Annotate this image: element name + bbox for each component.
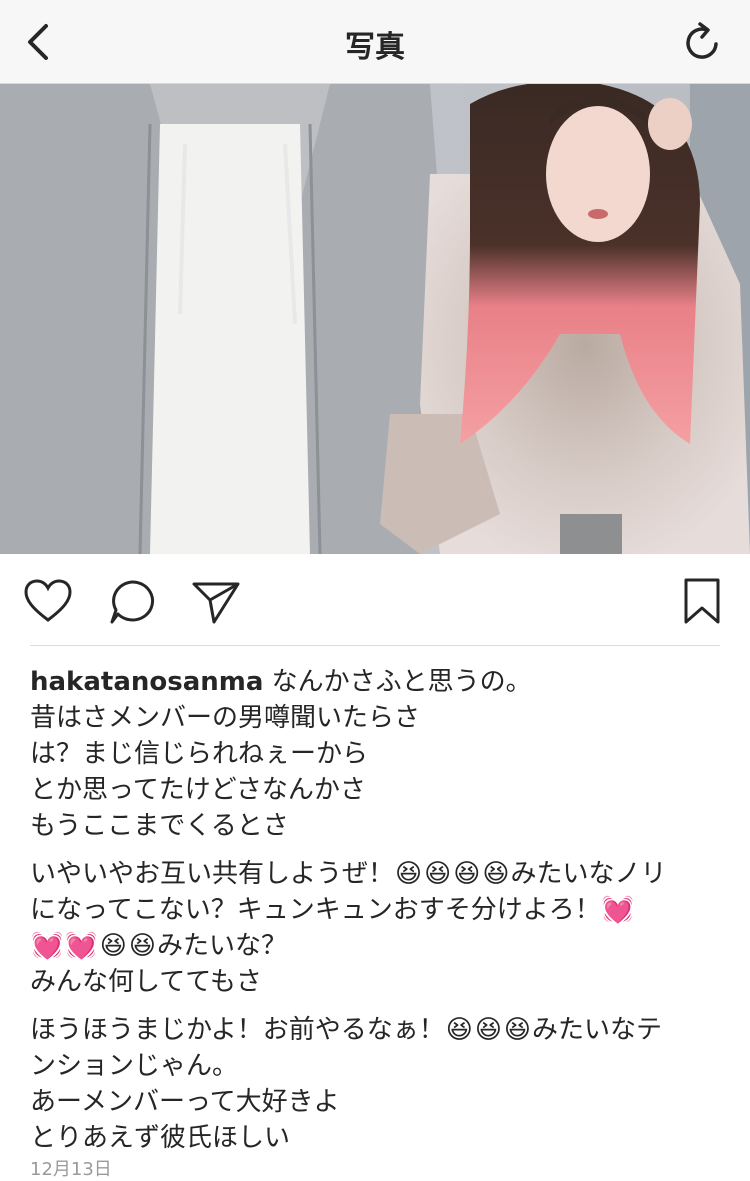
comment-icon xyxy=(110,580,155,624)
post-date: 12月13日 xyxy=(30,1159,112,1180)
heart-emoji: 💓 xyxy=(601,895,635,925)
caption-line: もうここまでくるとさ xyxy=(30,811,289,841)
caption-line: になってこない？キュンキュンおすそ分けよろ！💓 xyxy=(30,892,730,928)
laughing-emoji: 😆 xyxy=(128,931,156,961)
laughing-emoji: 😆 xyxy=(474,1015,502,1045)
page-title: 写真 xyxy=(345,30,405,65)
caption-text: になってこない？キュンキュンおすそ分けよろ！ xyxy=(30,895,601,925)
laughing-emoji: 😆 xyxy=(99,931,127,961)
caption-line: みんな何しててもさ xyxy=(30,967,262,997)
bookmark-icon xyxy=(684,578,720,624)
caption-text: ほうほうまじかよ！お前やるなぁ！ xyxy=(30,1015,445,1045)
laughing-emoji: 😆 xyxy=(445,1015,473,1045)
caption-text: みたいなノリ xyxy=(510,859,667,889)
refresh-button[interactable] xyxy=(680,18,726,66)
divider xyxy=(30,645,720,646)
caption-text: みたいなテ xyxy=(532,1015,663,1045)
caption-line: ほうほうまじかよ！お前やるなぁ！😆😆😆みたいなテ xyxy=(30,1012,730,1048)
comment-button[interactable] xyxy=(106,576,158,628)
post-photo[interactable] xyxy=(0,84,750,554)
caption-text: なんかさふと思うの。 xyxy=(271,667,532,697)
caption-line: とか思ってたけどさなんかさ xyxy=(30,775,366,805)
action-bar xyxy=(0,554,750,646)
like-button[interactable] xyxy=(22,576,74,628)
laughing-emoji: 😆 xyxy=(424,859,452,889)
caption-text: みたいな？ xyxy=(156,931,287,961)
laughing-emoji: 😆 xyxy=(503,1015,532,1045)
caption-line: あーメンバーって大好きよ xyxy=(30,1087,340,1117)
laughing-emoji: 😆 xyxy=(453,859,481,889)
caption-line: は？まじ信じられねぇーから xyxy=(30,739,369,769)
caption-line: 💓💓😆😆みたいな？ xyxy=(30,928,730,964)
caption-line: hakatanosanma なんかさふと思うの。 xyxy=(30,664,730,700)
caption-text: いやいやお互い共有しようぜ！ xyxy=(30,859,395,889)
save-button[interactable] xyxy=(680,576,732,628)
laughing-emoji: 😆 xyxy=(395,859,423,889)
share-button[interactable] xyxy=(190,576,242,628)
caption-line: 昔はさメンバーの男噂聞いたらさ xyxy=(30,703,421,733)
heart-emoji: 💓 xyxy=(65,931,98,961)
username-link[interactable]: hakatanosanma xyxy=(30,667,263,697)
refresh-icon xyxy=(686,22,718,59)
caption-line: ンションじゃん。 xyxy=(30,1051,239,1081)
laughing-emoji: 😆 xyxy=(482,859,510,889)
caption-line: とりあえず彼氏ほしい xyxy=(30,1123,291,1153)
heart-icon xyxy=(24,579,72,622)
send-icon xyxy=(192,582,240,624)
post-caption: hakatanosanma なんかさふと思うの。 昔はさメンバーの男噂聞いたらさ… xyxy=(30,664,730,1156)
caption-line: いやいやお互い共有しようぜ！😆😆😆😆みたいなノリ xyxy=(30,856,730,892)
photo-illustration xyxy=(0,84,750,554)
heart-emoji: 💓 xyxy=(31,931,64,961)
nav-bar: 写真 xyxy=(0,0,750,84)
